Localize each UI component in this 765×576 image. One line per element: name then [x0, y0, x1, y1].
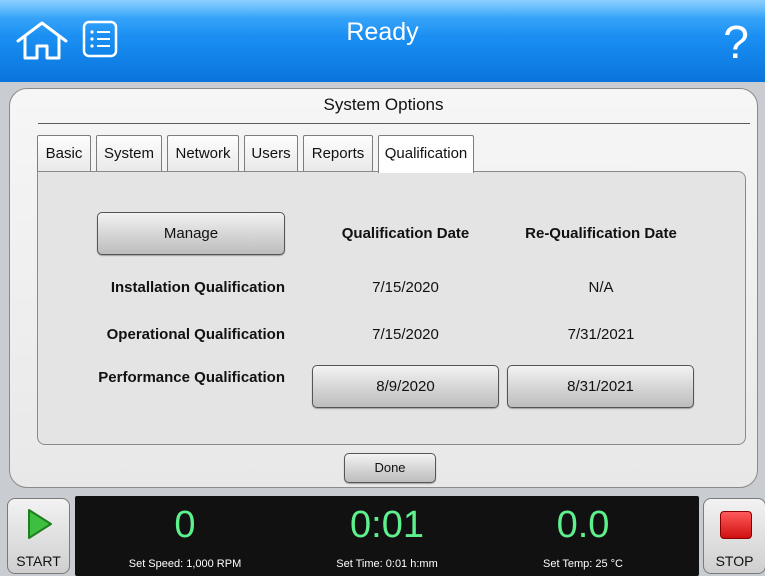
header-title: Ready	[346, 18, 419, 46]
stop-label: STOP	[715, 553, 754, 569]
time-readout: 0:01	[350, 504, 424, 546]
tab-network[interactable]: Network	[167, 135, 239, 171]
start-button[interactable]: START	[7, 498, 70, 574]
set-temp-label: Set Temp: 25 °C	[542, 558, 623, 570]
row-label-performance: Performance Qualification	[98, 369, 285, 386]
installation-requalification-date: N/A	[588, 279, 614, 296]
tab-users[interactable]: Users	[244, 135, 298, 171]
row-label-installation: Installation Qualification	[110, 279, 285, 296]
done-button[interactable]: Done	[344, 453, 436, 483]
header-bar: Ready ?	[0, 0, 765, 82]
operational-qualification-date: 7/15/2020	[372, 326, 439, 343]
header-shine	[0, 0, 765, 18]
row-label-operational: Operational Qualification	[106, 326, 285, 343]
set-time-label: Set Time: 0:01 h:mm	[336, 558, 438, 570]
dialog-divider	[38, 123, 750, 124]
qualification-panel: Manage Qualification Date Re-Qualificati…	[37, 171, 746, 445]
help-icon[interactable]: ?	[721, 16, 751, 68]
column-header-qualification-date: Qualification Date	[341, 225, 470, 242]
run-status-panel: 0 Set Speed: 1,000 RPM 0:01 Set Time: 0:…	[75, 496, 699, 576]
column-header-requalification-date: Re-Qualification Date	[525, 225, 677, 242]
set-speed-label: Set Speed: 1,000 RPM	[128, 558, 242, 570]
operational-requalification-date: 7/31/2021	[567, 326, 635, 343]
start-label: START	[16, 553, 61, 569]
performance-qualification-date-button[interactable]: 8/9/2020	[312, 365, 499, 408]
bottom-bar: START 0 Set Speed: 1,000 RPM 0:01 Set Ti…	[0, 494, 765, 576]
stop-icon	[720, 511, 752, 539]
performance-requalification-date-button[interactable]: 8/31/2021	[507, 365, 694, 408]
temperature-readout: 0.0	[556, 504, 610, 546]
tab-basic[interactable]: Basic	[37, 135, 91, 171]
play-icon	[28, 509, 52, 539]
speed-readout: 0	[174, 504, 196, 546]
tab-reports[interactable]: Reports	[303, 135, 373, 171]
dialog-title: System Options	[323, 95, 444, 114]
manage-button[interactable]: Manage	[97, 212, 285, 255]
installation-qualification-date: 7/15/2020	[372, 279, 439, 296]
stop-button[interactable]: STOP	[703, 498, 765, 574]
tab-system[interactable]: System	[96, 135, 162, 171]
tab-qualification[interactable]: Qualification	[378, 135, 474, 173]
system-options-dialog: System Options Basic System Network User…	[9, 88, 758, 488]
